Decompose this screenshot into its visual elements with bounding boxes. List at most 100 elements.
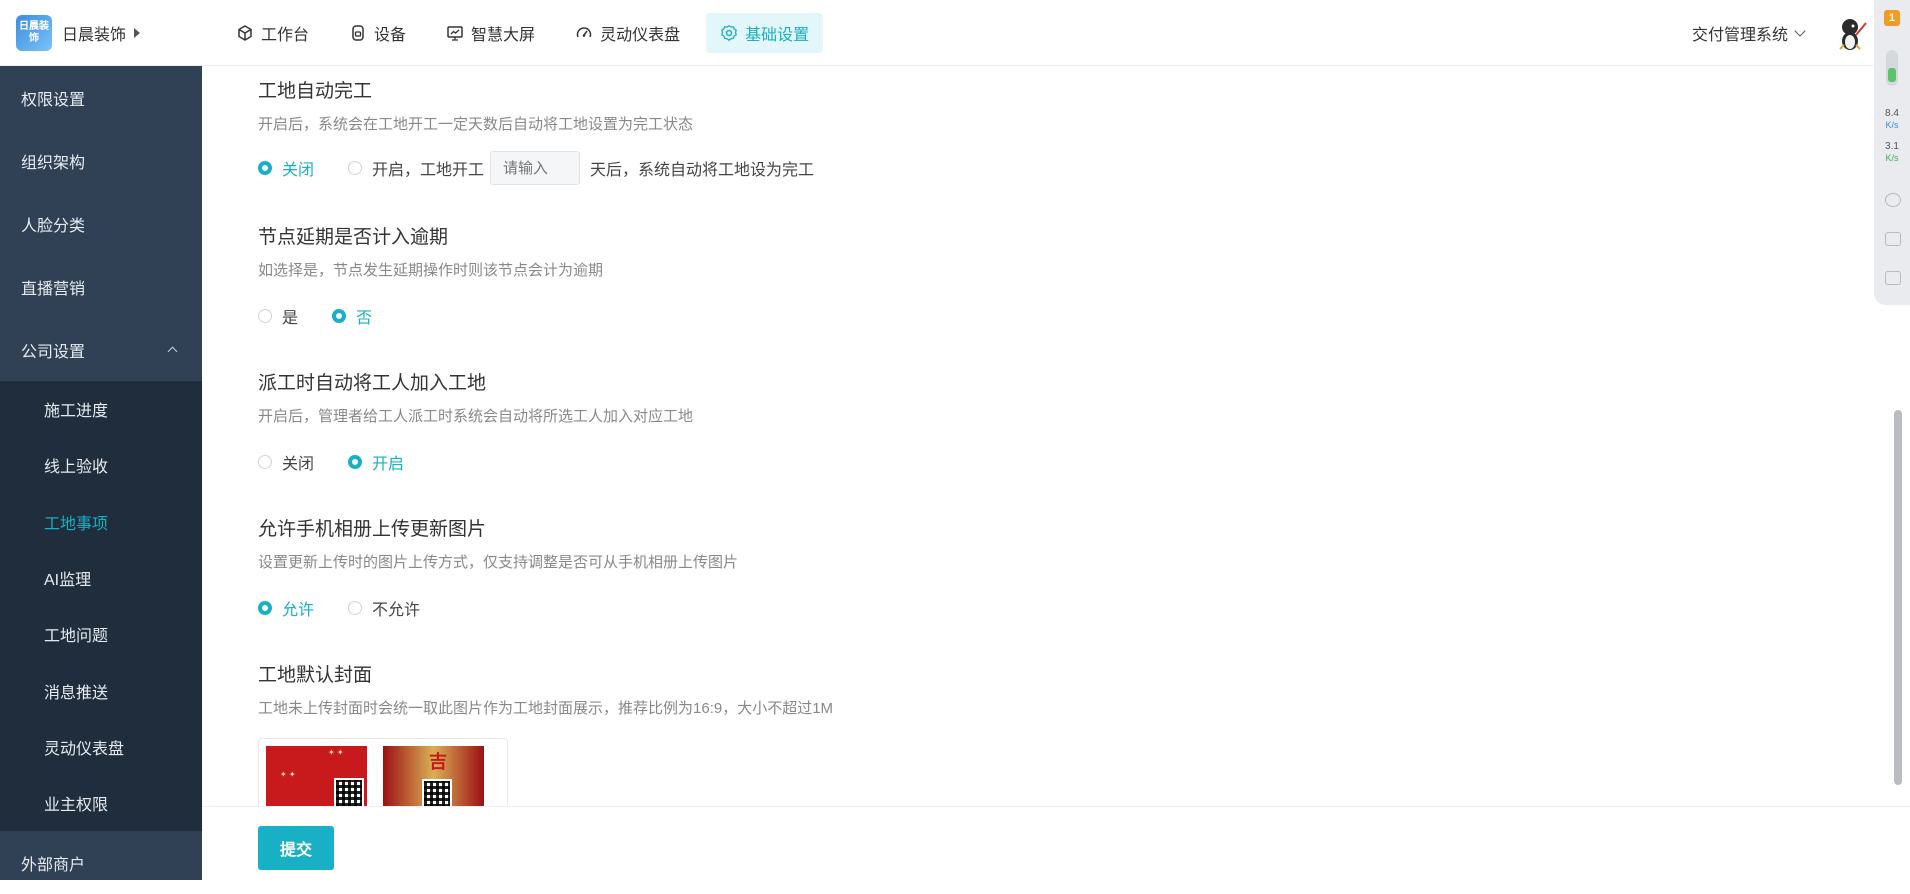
radio-label: 允许 — [282, 602, 315, 619]
page-scrollbar[interactable] — [1894, 410, 1902, 785]
download-speed-value: 3.1 — [1885, 141, 1899, 152]
radio-on[interactable]: 开启，工地开工 — [348, 156, 484, 180]
sidebar-subitem-message-push[interactable]: 消息推送 — [0, 662, 202, 718]
sidebar-item-label: 人脸分类 — [21, 217, 86, 235]
nav-label: 智慧大屏 — [471, 26, 536, 44]
sidebar-subitem-label: AI监理 — [44, 572, 92, 590]
radio-group: 关闭 开启 — [258, 450, 693, 474]
system-switcher[interactable]: 交付管理系统 — [1692, 0, 1806, 66]
radio-off[interactable]: 关闭 — [258, 156, 314, 180]
sidebar-subitem-site-issues[interactable]: 工地问题 — [0, 606, 202, 662]
setting-description: 如选择是，节点发生延期操作时则该节点会计为逾期 — [258, 262, 604, 279]
sidebar-subitem-construction-progress[interactable]: 施工进度 — [0, 381, 202, 437]
setting-description: 工地未上传封面时会统一取此图片作为工地封面展示，推荐比例为16:9，大小不超过1… — [258, 700, 834, 717]
radio-deny[interactable]: 不允许 — [348, 596, 420, 620]
sidebar-item-live-marketing[interactable]: 直播营销 — [0, 255, 202, 318]
cover-decor-text-icon: ✦ ✦ — [328, 748, 344, 757]
user-avatar[interactable] — [1834, 15, 1868, 51]
radio-off[interactable]: 关闭 — [258, 450, 314, 474]
sidebar-item-company-settings[interactable]: 公司设置 — [0, 318, 202, 381]
sidebar-item-permissions[interactable]: 权限设置 — [0, 66, 202, 129]
setting-title: 工地默认封面 — [258, 665, 373, 686]
radio-no[interactable]: 否 — [332, 304, 372, 328]
radio-dot — [258, 601, 272, 615]
sidebar-subitem-site-matters[interactable]: 工地事项 — [0, 494, 202, 550]
setting-node-delay: 节点延期是否计入逾期 如选择是，节点发生延期操作时则该节点会计为逾期 是 否 — [258, 222, 603, 328]
sidebar-submenu: 施工进度 线上验收 工地事项 AI监理 工地问题 消息推送 灵动仪表盘 业主权限 — [0, 381, 202, 832]
sidebar-subitem-label: 施工进度 — [44, 403, 109, 421]
sidebar: 权限设置 组织架构 人脸分类 直播营销 公司设置 施工进度 线上验收 工地事项 … — [0, 66, 202, 880]
radio-label: 关闭 — [282, 162, 315, 179]
radio-dot — [258, 161, 272, 175]
radio-label: 关闭 — [282, 456, 315, 473]
nav-label: 灵动仪表盘 — [600, 26, 681, 44]
sidebar-item-label: 权限设置 — [21, 91, 86, 109]
radio-dot — [258, 309, 272, 323]
sidebar-subitem-online-acceptance[interactable]: 线上验收 — [0, 437, 202, 493]
sidebar-item-label: 公司设置 — [21, 343, 86, 361]
company-name: 日晨装饰 — [62, 26, 127, 44]
sidebar-item-label: 组织架构 — [21, 154, 86, 172]
system-name: 交付管理系统 — [1692, 27, 1789, 44]
setting-title: 派工时自动将工人加入工地 — [258, 373, 487, 394]
radio-yes[interactable]: 是 — [258, 304, 298, 328]
radio-group: 允许 不允许 — [258, 596, 738, 620]
setting-album-upload: 允许手机相册上传更新图片 设置更新上传时的图片上传方式，仅支持调整是否可从手机相… — [258, 514, 738, 620]
company-logo[interactable]: 日晨装饰 — [16, 14, 52, 51]
company-switcher[interactable]: 日晨装饰 — [62, 21, 141, 45]
radio-group: 是 否 — [258, 304, 603, 328]
radio-allow[interactable]: 允许 — [258, 596, 314, 620]
sidebar-subitem-label: 业主权限 — [44, 797, 109, 815]
nav-device[interactable]: 设备 — [335, 13, 420, 53]
gauge-icon — [576, 26, 592, 37]
download-speed-unit: K/s — [1885, 153, 1899, 163]
nav-dashboard[interactable]: 灵动仪表盘 — [561, 13, 694, 53]
cube-icon — [238, 24, 252, 41]
nav-smart-screen[interactable]: 智慧大屏 — [432, 13, 549, 53]
sidebar-item-external-merchants[interactable]: 外部商户 — [0, 831, 202, 894]
search-icon[interactable] — [1885, 271, 1901, 285]
settings-content: 工地自动完工 开启后，系统会在工地开工一定天数后自动将工地设置为完工状态 关闭 … — [202, 66, 1874, 819]
sidebar-item-organization[interactable]: 组织架构 — [0, 129, 202, 192]
nav-basic-settings[interactable]: 基础设置 — [706, 12, 824, 53]
cover-gallery: ✦ ✦ ✦ ✦ 吉 — [258, 738, 508, 819]
sidebar-subitem-owner-permissions[interactable]: 业主权限 — [0, 775, 202, 831]
sidebar-subitem-ai-supervision[interactable]: AI监理 — [0, 550, 202, 606]
submit-button[interactable]: 提交 — [258, 826, 334, 870]
nav-label: 工作台 — [261, 26, 310, 44]
nav-workbench[interactable]: 工作台 — [222, 13, 323, 53]
radio-on[interactable]: 开启 — [348, 450, 404, 474]
form-footer: 提交 — [202, 806, 1910, 880]
sidebar-subitem-label: 消息推送 — [44, 684, 109, 702]
setting-description: 设置更新上传时的图片上传方式，仅支持调整是否可从手机相册上传图片 — [258, 554, 739, 571]
sidebar-subitem-label: 线上验收 — [44, 459, 109, 477]
radio-label: 开启，工地开工 — [372, 162, 485, 179]
sidebar-item-face-category[interactable]: 人脸分类 — [0, 192, 202, 255]
chat-icon[interactable] — [1885, 193, 1901, 207]
radio-dot — [348, 455, 363, 469]
days-input[interactable] — [490, 151, 581, 185]
caret-right-icon — [134, 27, 141, 38]
battery-icon — [1886, 50, 1898, 86]
radio-label: 是 — [282, 310, 299, 327]
qr-code-icon — [422, 779, 452, 809]
screenshot-icon[interactable] — [1885, 232, 1901, 246]
sidebar-item-label: 直播营销 — [21, 280, 86, 298]
radio-label: 开启 — [372, 456, 405, 473]
cover-fortune-char: 吉 — [429, 752, 447, 772]
monitor-icon — [447, 25, 463, 41]
radio-dot — [258, 455, 272, 469]
sidebar-subitem-dashboard[interactable]: 灵动仪表盘 — [0, 719, 202, 775]
main-nav: 工作台 设备 智慧大屏 灵动仪表盘 基础设置 — [222, 12, 835, 53]
setting-auto-complete: 工地自动完工 开启后，系统会在工地开工一定天数后自动将工地设置为完工状态 关闭 … — [258, 76, 814, 185]
setting-description: 开启后，管理者给工人派工时系统会自动将所选工人加入对应工地 — [258, 408, 694, 425]
radio-dot — [348, 601, 363, 615]
setting-title: 工地自动完工 — [258, 81, 373, 102]
sidebar-subitem-label: 工地问题 — [44, 628, 109, 646]
notification-badge[interactable]: 1 — [1884, 10, 1900, 26]
sidebar-item-label: 外部商户 — [21, 856, 86, 874]
qr-code-icon — [334, 778, 364, 808]
cover-decor-text-icon: ✦ ✦ — [280, 770, 296, 779]
setting-dispatch-join: 派工时自动将工人加入工地 开启后，管理者给工人派工时系统会自动将所选工人加入对应… — [258, 368, 693, 474]
nav-label: 设备 — [374, 26, 407, 44]
